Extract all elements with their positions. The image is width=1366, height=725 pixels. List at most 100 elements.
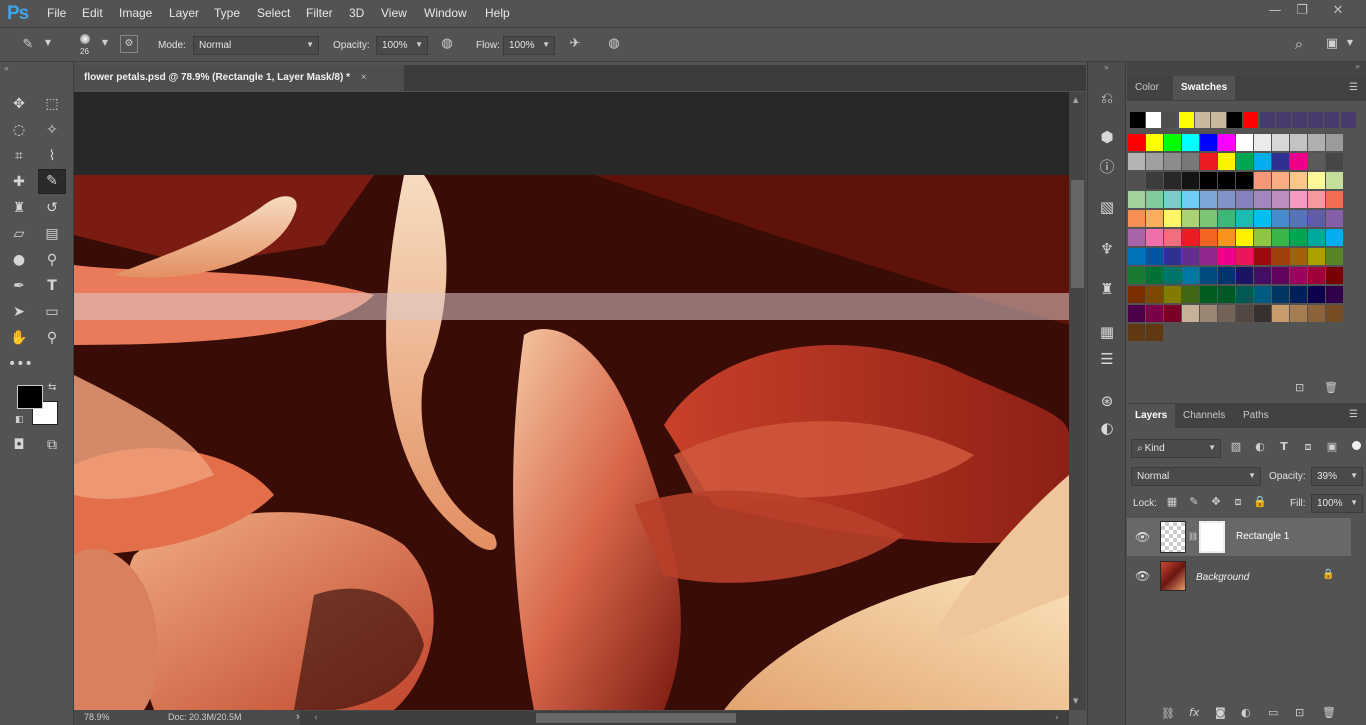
swatch[interactable] [1128,191,1145,208]
swatch[interactable] [1164,305,1181,322]
history-brush-tool-icon[interactable]: ↺ [41,197,63,219]
layer-mask-thumbnail[interactable] [1199,521,1225,553]
swatch[interactable] [1182,248,1199,265]
swatch[interactable] [1200,153,1217,170]
tab-paths[interactable]: Paths [1235,404,1277,428]
swatch[interactable] [1146,229,1163,246]
swatch[interactable] [1227,112,1243,128]
swatch[interactable] [1164,248,1181,265]
layer-name[interactable]: Background [1196,572,1249,583]
swatch[interactable] [1254,191,1271,208]
properties-panel-icon[interactable]: ☰ [1094,347,1120,371]
swatch[interactable] [1146,248,1163,265]
swatch[interactable] [1308,210,1325,227]
layer-name[interactable]: Rectangle 1 [1236,531,1289,542]
menu-file[interactable]: File [47,6,66,20]
swatch[interactable] [1290,153,1307,170]
swatch[interactable] [1259,112,1275,128]
swatch[interactable] [1236,153,1253,170]
swatch[interactable] [1182,267,1199,284]
swatch[interactable] [1164,229,1181,246]
swatch[interactable] [1218,267,1235,284]
fx-icon[interactable]: fx [1189,706,1199,719]
swatch[interactable] [1326,286,1343,303]
swatch[interactable] [1128,172,1145,189]
history-panel-icon[interactable]: ⎌ [1094,86,1120,110]
swatch[interactable] [1254,229,1271,246]
menu-image[interactable]: Image [119,6,152,20]
menu-type[interactable]: Type [214,6,240,20]
swatch[interactable] [1326,248,1343,265]
swatch[interactable] [1308,229,1325,246]
libraries-panel-icon[interactable]: ▦ [1094,320,1120,344]
collapse-dock-icon[interactable]: » [1355,62,1360,71]
scroll-up-icon[interactable]: ▲ [1073,96,1078,104]
menu-help[interactable]: Help [485,6,510,20]
swatch[interactable] [1218,210,1235,227]
swatch[interactable] [1162,112,1178,128]
swatch[interactable] [1236,172,1253,189]
swatch[interactable] [1146,210,1163,227]
default-colors-icon[interactable]: ◧ [15,415,24,425]
swatch[interactable] [1182,153,1199,170]
swatch[interactable] [1290,191,1307,208]
hand-tool-icon[interactable]: ✋ [8,327,30,349]
lasso-tool-icon[interactable]: ◌ [8,119,30,141]
swatch[interactable] [1308,191,1325,208]
mode-dropdown[interactable]: Normal ▼ [193,36,319,55]
horizontal-scroll-thumb[interactable] [536,713,736,723]
swatch[interactable] [1326,305,1343,322]
swatch[interactable] [1128,267,1145,284]
swatch[interactable] [1164,134,1181,151]
swatch[interactable] [1182,305,1199,322]
swatch[interactable] [1308,172,1325,189]
swatch[interactable] [1272,248,1289,265]
zoom-level[interactable]: 78.9% [84,712,110,722]
swatch[interactable] [1290,248,1307,265]
swatch[interactable] [1200,229,1217,246]
swatch[interactable] [1254,286,1271,303]
pressure-size-icon[interactable]: ◍ [604,36,624,51]
swatch[interactable] [1290,134,1307,151]
swatch[interactable] [1254,248,1271,265]
swatch[interactable] [1292,112,1307,128]
swatch[interactable] [1182,286,1199,303]
chevron-down-icon[interactable]: ▼ [1344,38,1356,47]
swatch[interactable] [1272,172,1289,189]
swatch[interactable] [1200,191,1217,208]
pen-tool-icon[interactable]: ✒ [8,275,30,297]
move-tool-icon[interactable]: ✥ [8,93,30,115]
brushes-panel-icon[interactable]: ♆ [1094,237,1120,261]
swatch[interactable] [1254,210,1271,227]
add-mask-icon[interactable]: ◙ [1215,706,1226,719]
swatch[interactable] [1194,112,1210,128]
swatch[interactable] [1308,248,1325,265]
swatch[interactable] [1272,229,1289,246]
swatch[interactable] [1340,112,1356,128]
swatch[interactable] [1146,324,1163,341]
swatch[interactable] [1218,153,1235,170]
swatch[interactable] [1236,134,1253,151]
link-layers-icon[interactable]: ⛓ [1161,707,1175,720]
swatch[interactable] [1211,112,1226,128]
swatch[interactable] [1200,286,1217,303]
swatch[interactable] [1200,134,1217,151]
vertical-scroll-thumb[interactable] [1071,180,1084,288]
swatch[interactable] [1200,210,1217,227]
swatch[interactable] [1308,286,1325,303]
tab-channels[interactable]: Channels [1175,404,1233,428]
screen-mode-icon[interactable]: ⧉ [41,434,63,456]
swatch[interactable] [1254,305,1271,322]
swatch[interactable] [1182,210,1199,227]
swatch[interactable] [1324,112,1340,128]
swatch[interactable] [1218,248,1235,265]
swatch[interactable] [1128,229,1145,246]
swatch[interactable] [1254,134,1271,151]
swatch[interactable] [1218,286,1235,303]
swatch[interactable] [1326,172,1343,189]
swatch[interactable] [1164,172,1181,189]
swatch[interactable] [1308,305,1325,322]
rectangle-layer-band[interactable] [74,293,1069,320]
brush-tip-icon[interactable] [80,34,90,44]
filter-shape-icon[interactable]: ⧈ [1301,440,1315,454]
